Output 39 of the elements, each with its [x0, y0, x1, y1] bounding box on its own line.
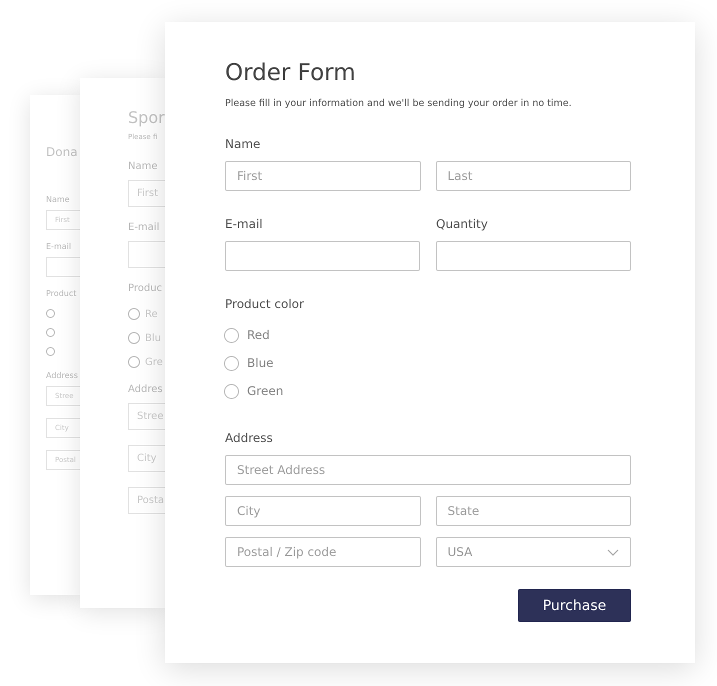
field-label: Quantity — [436, 217, 489, 231]
field-label: Name — [46, 195, 70, 204]
field-label: Name — [128, 161, 158, 172]
field-label: Produc — [128, 283, 162, 294]
form-title: Spor — [128, 108, 165, 127]
text-field[interactable]: City — [225, 496, 420, 526]
purchase-button[interactable]: Purchase — [518, 589, 631, 622]
radio-button[interactable] — [224, 356, 239, 370]
form-title: Dona — [46, 145, 78, 159]
radio-button[interactable] — [46, 309, 55, 318]
field-label: Addres — [128, 384, 163, 395]
text-field[interactable]: Street Address — [225, 455, 631, 485]
text-field[interactable] — [436, 241, 631, 271]
chevron-down-icon — [607, 548, 619, 556]
radio-button[interactable] — [46, 328, 55, 337]
radio-button[interactable] — [46, 347, 55, 356]
field-label: Address — [225, 431, 274, 445]
field-label: Product — [46, 289, 76, 298]
field-label: E-mail — [225, 217, 264, 231]
field-label: E-mail — [128, 222, 160, 233]
text-field[interactable]: State — [436, 496, 631, 526]
text-field[interactable]: First — [225, 161, 420, 191]
field-label: Product color — [225, 297, 305, 311]
field-label: Name — [225, 137, 262, 151]
radio-label: Red — [247, 328, 270, 342]
text-field[interactable]: Last — [436, 161, 631, 191]
radio-button[interactable] — [224, 328, 239, 342]
text-field[interactable]: Postal / Zip code — [225, 537, 420, 567]
text-field[interactable] — [225, 241, 420, 271]
radio-label: Green — [247, 384, 284, 398]
radio-button[interactable] — [128, 308, 140, 320]
field-label: E-mail — [46, 242, 72, 251]
radio-label: Blue — [247, 356, 274, 370]
form-subtitle: Please fill in your information and we'll be sending your order in no time. — [225, 98, 573, 109]
radio-button[interactable] — [128, 332, 140, 344]
radio-button[interactable] — [128, 356, 140, 368]
form-title: Order Form — [225, 60, 357, 86]
radio-button[interactable] — [224, 384, 239, 398]
field-label: Address — [46, 371, 78, 380]
